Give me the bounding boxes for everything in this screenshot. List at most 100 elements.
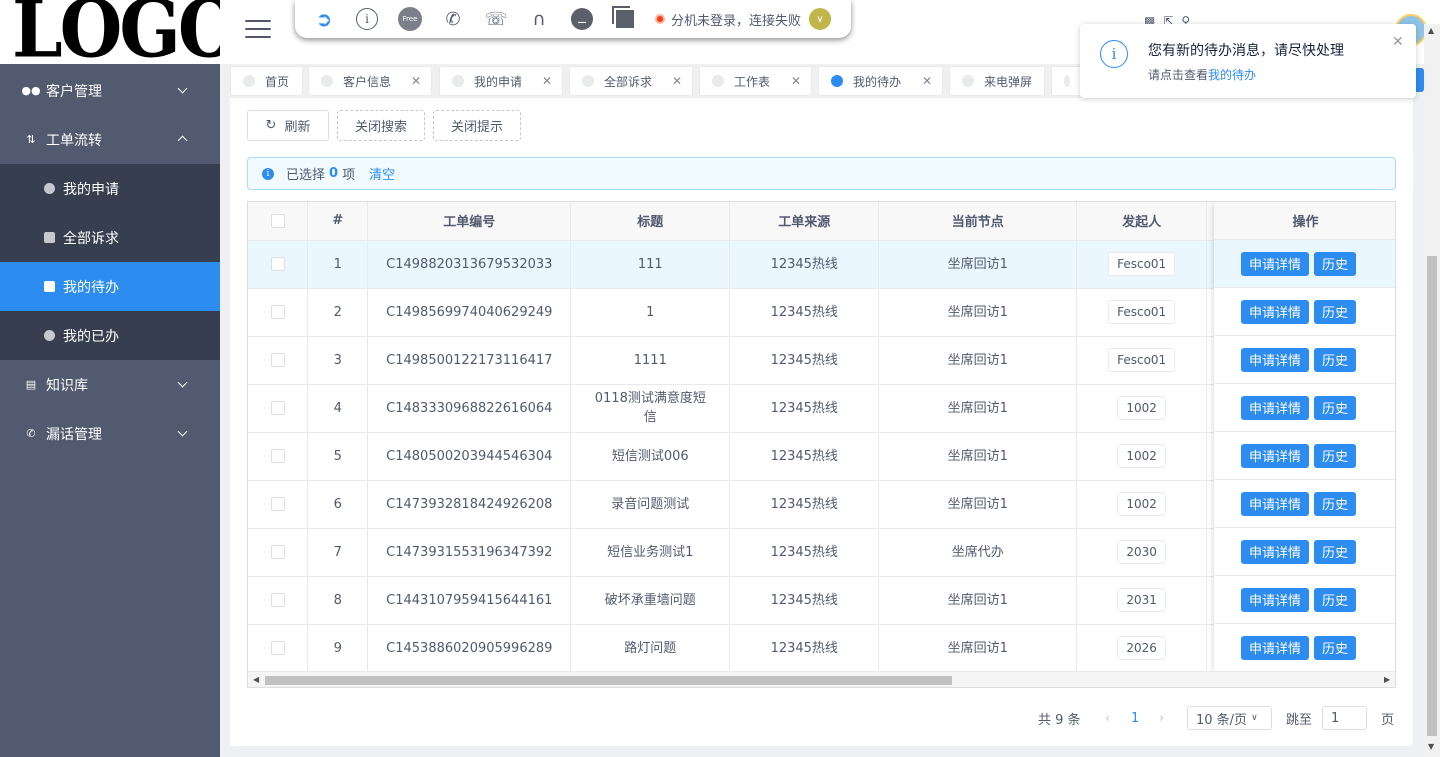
tag-customer-info[interactable]: 客户信息 ✕ [308, 66, 432, 96]
close-icon[interactable]: ✕ [542, 74, 552, 88]
clear-selection-link[interactable]: 清空 [369, 164, 395, 183]
scrollbar-thumb[interactable] [1427, 256, 1437, 736]
detail-button[interactable]: 申请详情 [1241, 635, 1310, 660]
history-button[interactable]: 历史 [1314, 299, 1357, 324]
tag-label: 首页 [265, 74, 290, 89]
history-button[interactable]: 历史 [1314, 635, 1357, 660]
detail-button[interactable]: 申请详情 [1241, 443, 1310, 468]
pager-prev[interactable]: ‹ [1105, 705, 1110, 731]
tag-my-apply[interactable]: 我的申请 ✕ [439, 66, 563, 96]
close-icon[interactable]: ✕ [672, 74, 682, 88]
menu-missed-calls[interactable]: ✆ 漏话管理 [0, 409, 220, 458]
history-button[interactable]: 历史 [1314, 395, 1357, 420]
users-icon: ●● [21, 84, 41, 97]
scroll-up-icon[interactable]: ▲ [1428, 26, 1434, 35]
tag-dot-icon [243, 75, 255, 87]
col-node: 当前节点 [878, 202, 1078, 241]
menu-workflow[interactable]: ⇅ 工单流转 [0, 115, 220, 164]
tag-home[interactable]: 首页 [230, 66, 303, 96]
close-search-button[interactable]: 关闭搜索 [337, 110, 425, 141]
close-icon[interactable]: ✕ [1392, 34, 1404, 50]
row-checkbox[interactable] [270, 497, 285, 511]
notification-link[interactable]: 我的待办 [1208, 68, 1256, 82]
tag-incoming-popup[interactable]: 来电弹屏 [949, 66, 1045, 96]
close-icon[interactable]: ✕ [411, 74, 421, 88]
phone-icon[interactable]: ✆ [440, 6, 466, 32]
detail-button[interactable]: 申请详情 [1241, 587, 1310, 612]
history-button[interactable]: 历史 [1314, 443, 1357, 468]
page-size-select[interactable]: 10 条/页 ∨ [1187, 705, 1272, 731]
chevron-right-icon[interactable]: › [1159, 711, 1164, 726]
initiator-tag: Fesco01 [1108, 252, 1176, 276]
tag-all-requests[interactable]: 全部诉求 ✕ [569, 66, 693, 96]
select-all-checkbox[interactable] [270, 213, 285, 228]
menu-customer[interactable]: ●● 客户管理 [0, 66, 220, 115]
cell-initiator: 1002 [1076, 384, 1207, 433]
page-scrollbar[interactable]: ▲ ▼ [1424, 24, 1440, 757]
selection-alert: i 已选择 0 项 清空 [247, 157, 1396, 190]
row-checkbox[interactable] [270, 593, 285, 607]
history-button[interactable]: 历史 [1314, 539, 1357, 564]
scrollbar-thumb[interactable] [265, 676, 952, 685]
chevron-down-icon[interactable]: ∨ [809, 8, 832, 30]
scroll-right-icon[interactable]: ▶ [1384, 675, 1390, 684]
cell-node: 坐席回访1 [878, 576, 1078, 625]
headset-icon[interactable]: ∩ [526, 6, 552, 32]
free-icon[interactable]: Free [397, 6, 423, 32]
info-icon[interactable]: i [354, 6, 380, 32]
row-checkbox[interactable] [270, 545, 285, 559]
submenu-my-todo[interactable]: 我的待办 [0, 262, 220, 311]
close-tip-button[interactable]: 关闭提示 [433, 110, 521, 141]
history-button[interactable]: 历史 [1314, 587, 1357, 612]
pager-current[interactable]: 1 [1131, 711, 1139, 726]
pager-next[interactable]: › [1159, 705, 1164, 731]
history-button[interactable]: 历史 [1314, 347, 1357, 372]
row-checkbox[interactable] [270, 449, 285, 463]
tag-worksheet[interactable]: 工作表 ✕ [699, 66, 812, 96]
cell-source: 12345热线 [729, 480, 880, 529]
history-button[interactable]: 历史 [1314, 491, 1357, 516]
cell-source: 12345热线 [729, 384, 880, 433]
submenu-my-apply[interactable]: 我的申请 [0, 164, 220, 213]
detail-button[interactable]: 申请详情 [1241, 491, 1310, 516]
refresh-button[interactable]: ↻ 刷新 [247, 110, 329, 141]
tag-my-todo[interactable]: 我的待办 ✕ [818, 66, 943, 96]
detail-button[interactable]: 申请详情 [1241, 299, 1310, 324]
submenu-all-requests[interactable]: 全部诉求 [0, 213, 220, 262]
horizontal-scrollbar[interactable]: ◀ ▶ [248, 671, 1395, 687]
row-checkbox[interactable] [270, 305, 285, 319]
detail-button[interactable]: 申请详情 [1241, 539, 1310, 564]
selection-prefix: 已选择 [286, 168, 326, 183]
menu-knowledge[interactable]: ▤ 知识库 [0, 360, 220, 409]
tag-dot-icon [831, 75, 843, 87]
notification-title: 您有新的待办消息，请尽快处理 [1148, 43, 1344, 59]
scroll-left-icon[interactable]: ◀ [253, 675, 259, 684]
history-button[interactable]: 历史 [1314, 251, 1357, 276]
chevron-left-icon[interactable]: ‹ [1105, 711, 1110, 726]
login-icon[interactable]: ➲ [311, 6, 337, 32]
scroll-down-icon[interactable]: ▼ [1428, 742, 1434, 751]
detail-button[interactable]: 申请详情 [1241, 395, 1310, 420]
close-icon[interactable]: ✕ [922, 74, 932, 88]
submenu-my-done[interactable]: 我的已办 [0, 311, 220, 360]
close-icon[interactable]: ✕ [791, 74, 801, 88]
status-text: 分机未登录，连接失败 [671, 13, 802, 29]
cell-code: C1483330968822616064 [367, 384, 572, 433]
jump-input[interactable]: 1 [1322, 706, 1368, 730]
detail-button[interactable]: 申请详情 [1241, 347, 1310, 372]
row-checkbox[interactable] [270, 641, 285, 655]
free-label: Free [398, 7, 422, 31]
row-checkbox[interactable] [270, 257, 285, 271]
phone-hold-icon[interactable]: ☏ [483, 6, 509, 32]
detail-button[interactable]: 申请详情 [1241, 251, 1310, 276]
select-all-cell[interactable] [248, 202, 309, 241]
cell-code: C1453886020905996289 [367, 624, 572, 673]
row-checkbox[interactable] [270, 401, 285, 415]
hangup-icon[interactable]: ⚊ [569, 6, 595, 32]
logo: LOGO [0, 0, 220, 64]
copy-icon[interactable] [612, 6, 638, 32]
pager-page[interactable]: 1 [1131, 705, 1139, 731]
hamburger-icon[interactable] [245, 20, 271, 40]
cell-node: 坐席回访1 [878, 624, 1078, 673]
row-checkbox[interactable] [270, 353, 285, 367]
